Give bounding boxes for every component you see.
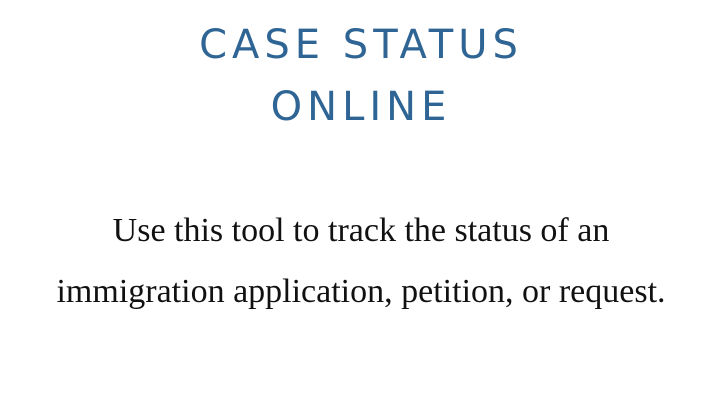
page-title: CASE STATUS ONLINE <box>0 14 722 138</box>
page-title-line-1: CASE STATUS <box>199 22 523 68</box>
tool-description: Use this tool to track the status of an … <box>56 212 666 310</box>
case-status-page: CASE STATUS ONLINE Use this tool to trac… <box>0 0 722 400</box>
page-title-line-2: ONLINE <box>270 84 452 130</box>
